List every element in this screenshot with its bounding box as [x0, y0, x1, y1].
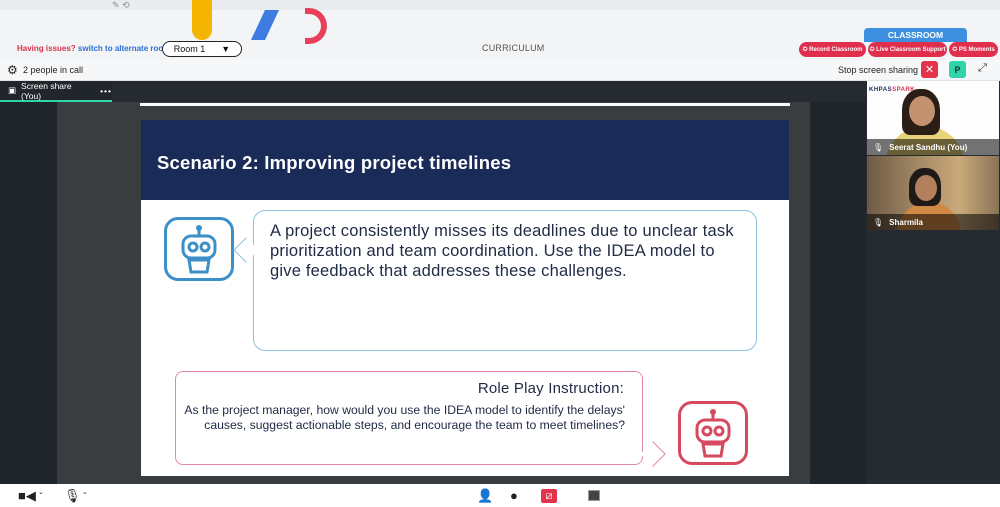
roleplay-bubble-tail	[640, 441, 666, 467]
edit-icons[interactable]: ✎ ⟲	[112, 0, 130, 11]
expand-icon[interactable]: ⤢	[978, 62, 987, 75]
person-icon[interactable]: 👤	[477, 488, 493, 504]
screen-share-icon: ▣	[8, 85, 17, 95]
room-label: Room 1	[173, 44, 206, 54]
roleplay-text: As the project manager, how would you us…	[184, 403, 625, 432]
issues-notice: Having issues? switch to alternate room	[17, 44, 170, 53]
layout-icon[interactable]	[588, 490, 600, 501]
participant-name-bar: 🎙 Seerat Sandhu (You)	[867, 139, 999, 155]
participant-name: Seerat Sandhu (You)	[889, 142, 968, 152]
gear-icon[interactable]: ⚙	[7, 63, 18, 77]
participant-name: Sharmila	[889, 217, 923, 227]
logo-shape-red	[305, 8, 327, 44]
roleplay-bubble: Role Play Instruction: As the project ma…	[175, 371, 643, 465]
participant-tile-self[interactable]: KHPASSPARK 🎙 Seerat Sandhu (You)	[867, 81, 999, 155]
camera-icon[interactable]: ■◀	[18, 488, 36, 504]
meeting-controls: ■◀ ⌄ 🎙 ⌄ 👤 ● ⧄	[0, 484, 1000, 507]
record-classroom-button[interactable]: ✪ Record Classroom	[799, 42, 866, 57]
avatar[interactable]: P	[949, 61, 966, 78]
slide-title: Scenario 2: Improving project timelines	[157, 152, 512, 173]
classroom-tab[interactable]: CLASSROOM	[864, 28, 967, 42]
microphone-icon: 🎙	[873, 142, 884, 152]
microphone-icon: 🎙	[873, 217, 884, 227]
robot-icon	[164, 217, 234, 281]
platform-header: ✎ ⟲ Having issues? switch to alternate r…	[0, 0, 1000, 60]
stop-sharing-button[interactable]: ✕	[921, 61, 938, 78]
screen-share-tab[interactable]: ▣ Screen share (You) •••	[0, 81, 112, 102]
chevron-down-icon[interactable]: ⌄	[82, 488, 88, 496]
participant-video	[909, 96, 935, 126]
roleplay-heading: Role Play Instruction:	[477, 380, 624, 397]
scenario-bubble: A project consistently misses its deadli…	[253, 210, 757, 351]
chevron-down-icon[interactable]: ⌄	[38, 488, 44, 496]
more-options-icon[interactable]: •••	[100, 86, 112, 96]
chat-icon[interactable]: ●	[510, 488, 518, 503]
people-count[interactable]: 2 people in call	[23, 65, 83, 75]
logo-shape-yellow	[192, 0, 212, 40]
screen-share-label: Screen share (You)	[21, 80, 72, 101]
slide-header: Scenario 2: Improving project timelines	[141, 120, 789, 200]
alternate-room-link[interactable]: switch to alternate room	[78, 44, 170, 53]
ps-moments-button[interactable]: ✪ PS Moments	[949, 42, 998, 57]
participant-tile[interactable]: 🎙 Sharmila	[867, 156, 999, 230]
issues-text: Having issues?	[17, 44, 76, 53]
slide-edge	[140, 103, 790, 106]
robot-icon	[678, 401, 748, 465]
section-title: CURRICULUM	[482, 43, 545, 53]
chevron-down-icon: ▼	[221, 44, 231, 54]
room-selector[interactable]: Room 1 ▼	[162, 41, 242, 57]
microphone-icon[interactable]: 🎙	[64, 488, 81, 504]
top-strip	[0, 0, 1000, 10]
call-bar: ⚙ 2 people in call Stop screen sharing ✕…	[0, 60, 1000, 81]
stop-sharing-label: Stop screen sharing	[838, 65, 919, 75]
participant-name-bar: 🎙 Sharmila	[867, 214, 999, 230]
participant-video	[915, 175, 937, 201]
brand-banner-blue: KHPAS	[869, 87, 893, 93]
live-support-button[interactable]: ✪ Live Classroom Support	[868, 42, 947, 57]
scenario-text: A project consistently misses its deadli…	[270, 222, 734, 280]
screen-share-icon[interactable]: ⧄	[541, 489, 557, 503]
logo-shape-blue	[251, 10, 279, 40]
presentation-slide: Scenario 2: Improving project timelines …	[141, 120, 789, 476]
